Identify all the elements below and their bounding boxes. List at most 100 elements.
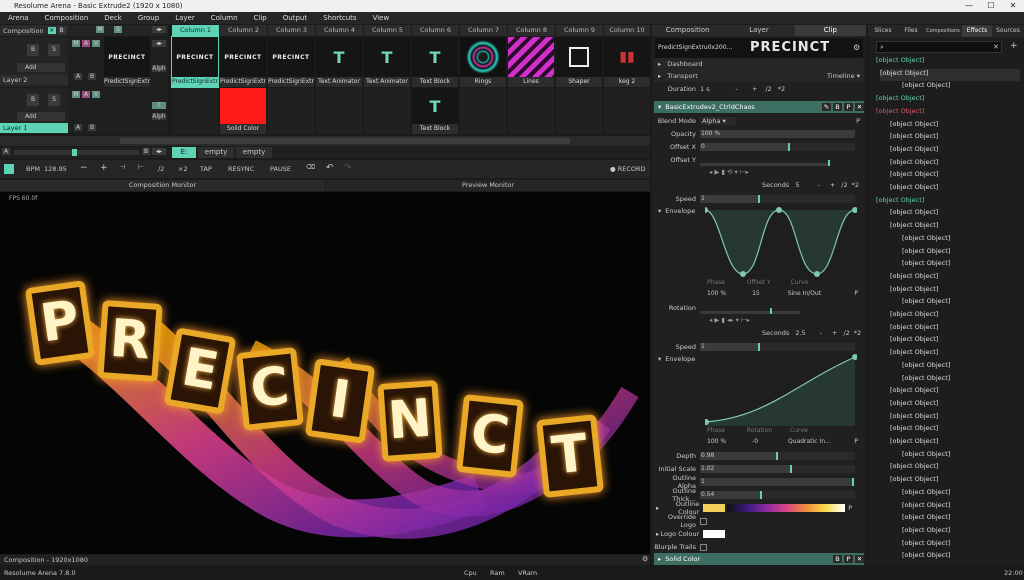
metronome-icon[interactable]	[4, 164, 14, 174]
effects-list-item[interactable]: [object Object]	[890, 348, 938, 360]
effects-list-item[interactable]: [object Object]	[902, 501, 950, 513]
effects-list-item[interactable]: [object Object]	[890, 310, 938, 322]
menu-shortcuts[interactable]: Shortcuts	[315, 14, 364, 22]
clip-layer1-empty[interactable]	[268, 88, 314, 134]
clip-layer1-empty[interactable]	[460, 88, 506, 134]
clip-name[interactable]: PredictSignExtru0x200…	[658, 44, 733, 51]
rot-seconds-minus[interactable]: -	[820, 329, 822, 337]
preview-monitor-header[interactable]: Preview Monitor	[326, 180, 650, 191]
composition-monitor-header[interactable]: Composition Monitor	[0, 180, 325, 191]
menu-column[interactable]: Column	[203, 14, 246, 22]
layer1-ab-b[interactable]: B	[88, 124, 96, 131]
layer1-ab-a[interactable]: A	[74, 124, 82, 131]
env-point[interactable]	[776, 207, 782, 213]
menu-composition[interactable]: Composition	[37, 14, 97, 22]
effects-list-item[interactable]: [object Object]	[890, 170, 938, 182]
tab-sources[interactable]: Sources	[992, 25, 1024, 37]
duration-minus[interactable]: -	[736, 85, 738, 93]
effects-list-item[interactable]: [object Object]	[902, 374, 950, 386]
effect-bypass-button[interactable]: B	[833, 103, 842, 111]
master-m-button[interactable]: M	[96, 26, 104, 33]
rot-seconds-half[interactable]: /2	[843, 329, 849, 337]
menu-deck[interactable]: Deck	[96, 14, 130, 22]
effects-list-item[interactable]: [object Object]	[890, 386, 938, 398]
clip-layer1-empty[interactable]	[364, 88, 410, 134]
bpm-value[interactable]: 128.95	[44, 165, 67, 173]
composition-b-button[interactable]: B	[57, 27, 66, 34]
clip-layer2-9[interactable]: Lines	[508, 37, 554, 87]
effects-list-item[interactable]: [object Object]	[890, 437, 938, 449]
env-p[interactable]: P	[854, 290, 864, 297]
offsety-mode-icons[interactable]: ◂ ▶ ▮ ⟲ ▾ ⊢▸	[709, 168, 749, 176]
layer2-bypass-button[interactable]: B	[27, 44, 39, 56]
clip-layer1-empty[interactable]	[508, 88, 554, 134]
layer1-m-button[interactable]: M	[72, 91, 80, 98]
layer1-a-button[interactable]: A	[82, 91, 90, 98]
column-header-7[interactable]: Column 7	[460, 25, 507, 36]
layer2-a-button[interactable]: A	[82, 40, 90, 47]
effects-category[interactable]: [object Object]	[876, 107, 924, 119]
effects-list-item[interactable]: [object Object]	[902, 234, 950, 246]
crossfader[interactable]	[14, 149, 139, 156]
env-point[interactable]	[852, 207, 858, 213]
clip-layer2-10[interactable]: Shaper	[556, 37, 602, 87]
solid-preset-button[interactable]: P	[844, 555, 853, 563]
menu-group[interactable]: Group	[130, 14, 167, 22]
column-header-5[interactable]: Column 5	[364, 25, 411, 36]
rot-env-p[interactable]: P	[854, 438, 864, 445]
clip-layer1-2[interactable]: T Text Block	[412, 88, 458, 134]
layer1-add-dropdown[interactable]: Add	[17, 112, 65, 121]
column-nav-button[interactable]: ◂▸	[152, 26, 166, 33]
resync-button[interactable]: RESYNC	[228, 165, 254, 173]
deck-tab-empty-2[interactable]: empty	[236, 147, 272, 158]
effects-list-item[interactable]: [object Object]	[890, 120, 938, 132]
menu-view[interactable]: View	[365, 14, 398, 22]
effects-list-item[interactable]: [object Object]	[890, 475, 938, 487]
layer1-bypass-button[interactable]: B	[27, 94, 39, 106]
effects-list-item[interactable]: [object Object]	[880, 68, 1020, 81]
deck-letter[interactable]: A	[2, 148, 10, 155]
clip-layer1-empty[interactable]	[604, 88, 650, 134]
rot-env-curve-dropdown[interactable]: Quadratic In…	[788, 438, 831, 445]
othick-slider[interactable]: 0.54	[700, 491, 855, 499]
deck-nav[interactable]: ◂▸	[152, 148, 166, 155]
offsetx-slider[interactable]: 0	[700, 143, 855, 151]
lcolour-swatch[interactable]	[703, 530, 726, 538]
dashboard-row[interactable]: ▸ Dashboard	[654, 58, 864, 70]
effects-list-item[interactable]: [object Object]	[902, 450, 950, 462]
clip-layer2-6[interactable]: T Text Animator	[364, 37, 410, 87]
deck-scroll-thumb[interactable]	[120, 138, 570, 144]
composition-x-button[interactable]: ×	[47, 27, 56, 34]
solid-remove-button[interactable]: ✕	[855, 555, 864, 563]
layer2-m-button[interactable]: M	[72, 40, 80, 47]
undo-icon[interactable]: ↶	[326, 163, 334, 173]
ologo-checkbox[interactable]	[700, 517, 707, 525]
effects-category[interactable]: [object Object]	[876, 94, 924, 106]
menu-clip[interactable]: Clip	[246, 14, 275, 22]
clip-layer2-11[interactable]: ▮▮ keg 2	[604, 37, 650, 87]
rot-seconds-value[interactable]: 2.5	[795, 329, 805, 337]
layer1-name[interactable]: Layer 1	[0, 123, 68, 133]
minimize-button[interactable]: —	[958, 0, 980, 12]
crossfader-handle[interactable]	[72, 149, 77, 156]
tab-files[interactable]: Files	[898, 25, 924, 37]
clear-icon[interactable]: ⌫	[306, 163, 315, 171]
layer2-solo-button[interactable]: S	[48, 44, 60, 56]
rot-env-phase-value[interactable]: 100 %	[707, 438, 726, 445]
envelope-graph-rotation[interactable]	[703, 354, 858, 426]
bpm-half[interactable]: /2	[158, 165, 164, 173]
effects-category[interactable]: [object Object]	[876, 196, 924, 208]
solid-color-header[interactable]: ▸ Solid Color B P ✕	[654, 553, 864, 565]
close-window-button[interactable]: ✕	[1002, 0, 1024, 12]
effects-list-item[interactable]: [object Object]	[890, 399, 938, 411]
effects-list-item[interactable]: [object Object]	[902, 539, 950, 551]
output-monitor[interactable]: FPS 60.0f PRECINCT	[0, 192, 650, 554]
layer1-alpha[interactable]: Alph	[152, 113, 166, 120]
effects-list-item[interactable]: [object Object]	[902, 297, 950, 309]
blend-p[interactable]: P	[856, 117, 864, 125]
nudge-back-icon[interactable]: ⊣	[120, 163, 126, 171]
iscale-slider[interactable]: 1.02	[700, 465, 855, 473]
duration-value[interactable]: 1 s	[700, 85, 710, 93]
effects-list-item[interactable]: [object Object]	[890, 208, 938, 220]
redo-icon[interactable]: ↷	[344, 163, 352, 173]
